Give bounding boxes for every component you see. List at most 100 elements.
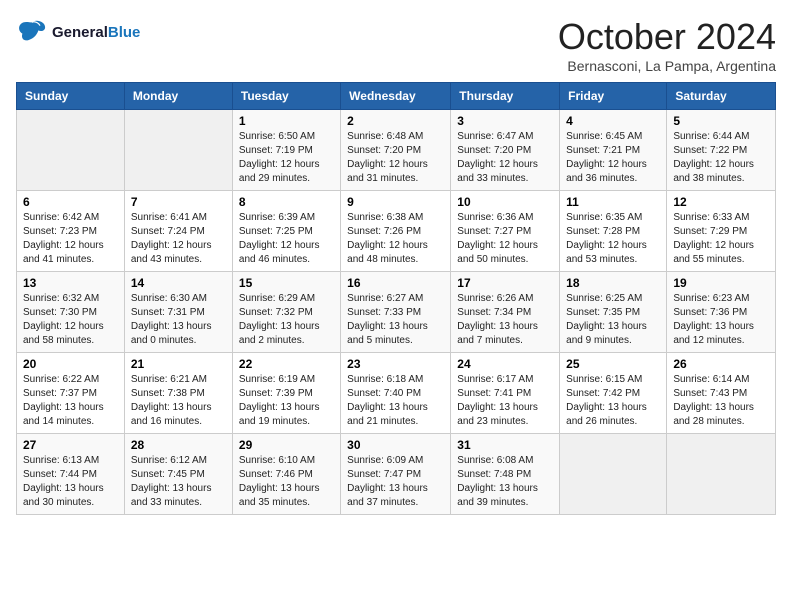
calendar-cell: 1 Sunrise: 6:50 AM Sunset: 7:19 PM Daylig… xyxy=(232,110,340,191)
day-number: 29 xyxy=(239,438,334,452)
calendar-cell: 6 Sunrise: 6:42 AM Sunset: 7:23 PM Daylig… xyxy=(17,191,125,272)
day-number: 11 xyxy=(566,195,660,209)
day-info: Sunrise: 6:15 AM Sunset: 7:42 PM Dayligh… xyxy=(566,373,660,429)
day-number: 16 xyxy=(347,276,444,290)
title-block: October 2024 Bernasconi, La Pampa, Argen… xyxy=(558,16,776,74)
calendar-cell: 11 Sunrise: 6:35 AM Sunset: 7:28 PM Dayli… xyxy=(560,191,667,272)
day-info: Sunrise: 6:21 AM Sunset: 7:38 PM Dayligh… xyxy=(131,373,226,429)
calendar-cell: 31 Sunrise: 6:08 AM Sunset: 7:48 PM Dayli… xyxy=(451,434,560,515)
day-number: 25 xyxy=(566,357,660,371)
day-info: Sunrise: 6:09 AM Sunset: 7:47 PM Dayligh… xyxy=(347,454,444,510)
day-info: Sunrise: 6:25 AM Sunset: 7:35 PM Dayligh… xyxy=(566,292,660,348)
day-info: Sunrise: 6:19 AM Sunset: 7:39 PM Dayligh… xyxy=(239,373,334,429)
day-number: 18 xyxy=(566,276,660,290)
day-info: Sunrise: 6:50 AM Sunset: 7:19 PM Dayligh… xyxy=(239,130,334,186)
calendar-cell: 3 Sunrise: 6:47 AM Sunset: 7:20 PM Daylig… xyxy=(451,110,560,191)
calendar-cell xyxy=(667,434,776,515)
calendar-cell: 16 Sunrise: 6:27 AM Sunset: 7:33 PM Dayli… xyxy=(341,272,451,353)
day-info: Sunrise: 6:41 AM Sunset: 7:24 PM Dayligh… xyxy=(131,211,226,267)
calendar-cell: 7 Sunrise: 6:41 AM Sunset: 7:24 PM Daylig… xyxy=(124,191,232,272)
location: Bernasconi, La Pampa, Argentina xyxy=(558,58,776,74)
calendar-cell: 23Sunrise: 6:18 AM Sunset: 7:40 PM Dayli… xyxy=(341,353,451,434)
calendar-cell: 21 Sunrise: 6:21 AM Sunset: 7:38 PM Dayli… xyxy=(124,353,232,434)
day-number: 21 xyxy=(131,357,226,371)
calendar-cell: 29Sunrise: 6:10 AM Sunset: 7:46 PM Dayli… xyxy=(232,434,340,515)
logo-text: GeneralBlue xyxy=(52,24,140,41)
day-number: 17 xyxy=(457,276,553,290)
page-header: GeneralBlue October 2024 Bernasconi, La … xyxy=(16,16,776,74)
dow-header-tuesday: Tuesday xyxy=(232,83,340,110)
day-info: Sunrise: 6:18 AM Sunset: 7:40 PM Dayligh… xyxy=(347,373,444,429)
dow-header-wednesday: Wednesday xyxy=(341,83,451,110)
day-info: Sunrise: 6:33 AM Sunset: 7:29 PM Dayligh… xyxy=(673,211,769,267)
day-number: 26 xyxy=(673,357,769,371)
day-number: 20 xyxy=(23,357,118,371)
dow-header-thursday: Thursday xyxy=(451,83,560,110)
calendar-cell: 2Sunrise: 6:48 AM Sunset: 7:20 PM Daylig… xyxy=(341,110,451,191)
day-number: 4 xyxy=(566,114,660,128)
calendar-cell: 13 Sunrise: 6:32 AM Sunset: 7:30 PM Dayli… xyxy=(17,272,125,353)
calendar-cell: 4 Sunrise: 6:45 AM Sunset: 7:21 PM Daylig… xyxy=(560,110,667,191)
day-number: 10 xyxy=(457,195,553,209)
day-info: Sunrise: 6:39 AM Sunset: 7:25 PM Dayligh… xyxy=(239,211,334,267)
calendar-cell: 8 Sunrise: 6:39 AM Sunset: 7:25 PM Daylig… xyxy=(232,191,340,272)
day-number: 31 xyxy=(457,438,553,452)
calendar-cell: 18 Sunrise: 6:25 AM Sunset: 7:35 PM Dayli… xyxy=(560,272,667,353)
day-info: Sunrise: 6:08 AM Sunset: 7:48 PM Dayligh… xyxy=(457,454,553,510)
day-info: Sunrise: 6:30 AM Sunset: 7:31 PM Dayligh… xyxy=(131,292,226,348)
day-info: Sunrise: 6:38 AM Sunset: 7:26 PM Dayligh… xyxy=(347,211,444,267)
day-info: Sunrise: 6:17 AM Sunset: 7:41 PM Dayligh… xyxy=(457,373,553,429)
day-info: Sunrise: 6:26 AM Sunset: 7:34 PM Dayligh… xyxy=(457,292,553,348)
month-title: October 2024 xyxy=(558,16,776,58)
logo-bird-icon xyxy=(16,16,48,48)
calendar-cell: 28Sunrise: 6:12 AM Sunset: 7:45 PM Dayli… xyxy=(124,434,232,515)
day-info: Sunrise: 6:12 AM Sunset: 7:45 PM Dayligh… xyxy=(131,454,226,510)
calendar-cell: 10 Sunrise: 6:36 AM Sunset: 7:27 PM Dayli… xyxy=(451,191,560,272)
calendar-cell: 22 Sunrise: 6:19 AM Sunset: 7:39 PM Dayli… xyxy=(232,353,340,434)
day-number: 12 xyxy=(673,195,769,209)
day-number: 1 xyxy=(239,114,334,128)
day-number: 14 xyxy=(131,276,226,290)
day-number: 3 xyxy=(457,114,553,128)
calendar-cell: 20 Sunrise: 6:22 AM Sunset: 7:37 PM Dayli… xyxy=(17,353,125,434)
day-number: 27 xyxy=(23,438,118,452)
day-number: 24 xyxy=(457,357,553,371)
day-info: Sunrise: 6:13 AM Sunset: 7:44 PM Dayligh… xyxy=(23,454,118,510)
dow-header-sunday: Sunday xyxy=(17,83,125,110)
calendar-cell xyxy=(124,110,232,191)
dow-header-saturday: Saturday xyxy=(667,83,776,110)
day-info: Sunrise: 6:23 AM Sunset: 7:36 PM Dayligh… xyxy=(673,292,769,348)
day-number: 7 xyxy=(131,195,226,209)
calendar-cell: 5 Sunrise: 6:44 AM Sunset: 7:22 PM Daylig… xyxy=(667,110,776,191)
day-number: 22 xyxy=(239,357,334,371)
day-number: 2 xyxy=(347,114,444,128)
day-info: Sunrise: 6:14 AM Sunset: 7:43 PM Dayligh… xyxy=(673,373,769,429)
calendar-cell: 30 Sunrise: 6:09 AM Sunset: 7:47 PM Dayli… xyxy=(341,434,451,515)
day-number: 19 xyxy=(673,276,769,290)
day-info: Sunrise: 6:22 AM Sunset: 7:37 PM Dayligh… xyxy=(23,373,118,429)
day-number: 9 xyxy=(347,195,444,209)
calendar-cell: 27 Sunrise: 6:13 AM Sunset: 7:44 PM Dayli… xyxy=(17,434,125,515)
day-info: Sunrise: 6:42 AM Sunset: 7:23 PM Dayligh… xyxy=(23,211,118,267)
day-info: Sunrise: 6:47 AM Sunset: 7:20 PM Dayligh… xyxy=(457,130,553,186)
calendar-cell: 12 Sunrise: 6:33 AM Sunset: 7:29 PM Dayli… xyxy=(667,191,776,272)
calendar-cell: 15Sunrise: 6:29 AM Sunset: 7:32 PM Dayli… xyxy=(232,272,340,353)
day-number: 6 xyxy=(23,195,118,209)
day-info: Sunrise: 6:27 AM Sunset: 7:33 PM Dayligh… xyxy=(347,292,444,348)
calendar-cell: 17 Sunrise: 6:26 AM Sunset: 7:34 PM Dayli… xyxy=(451,272,560,353)
day-info: Sunrise: 6:32 AM Sunset: 7:30 PM Dayligh… xyxy=(23,292,118,348)
day-info: Sunrise: 6:45 AM Sunset: 7:21 PM Dayligh… xyxy=(566,130,660,186)
day-number: 30 xyxy=(347,438,444,452)
day-info: Sunrise: 6:36 AM Sunset: 7:27 PM Dayligh… xyxy=(457,211,553,267)
calendar-cell: 14 Sunrise: 6:30 AM Sunset: 7:31 PM Dayli… xyxy=(124,272,232,353)
day-info: Sunrise: 6:35 AM Sunset: 7:28 PM Dayligh… xyxy=(566,211,660,267)
day-number: 8 xyxy=(239,195,334,209)
day-number: 13 xyxy=(23,276,118,290)
logo: GeneralBlue xyxy=(16,16,140,48)
dow-header-friday: Friday xyxy=(560,83,667,110)
dow-header-monday: Monday xyxy=(124,83,232,110)
day-info: Sunrise: 6:44 AM Sunset: 7:22 PM Dayligh… xyxy=(673,130,769,186)
calendar-cell: 9 Sunrise: 6:38 AM Sunset: 7:26 PM Daylig… xyxy=(341,191,451,272)
day-number: 5 xyxy=(673,114,769,128)
calendar-cell: 25 Sunrise: 6:15 AM Sunset: 7:42 PM Dayli… xyxy=(560,353,667,434)
